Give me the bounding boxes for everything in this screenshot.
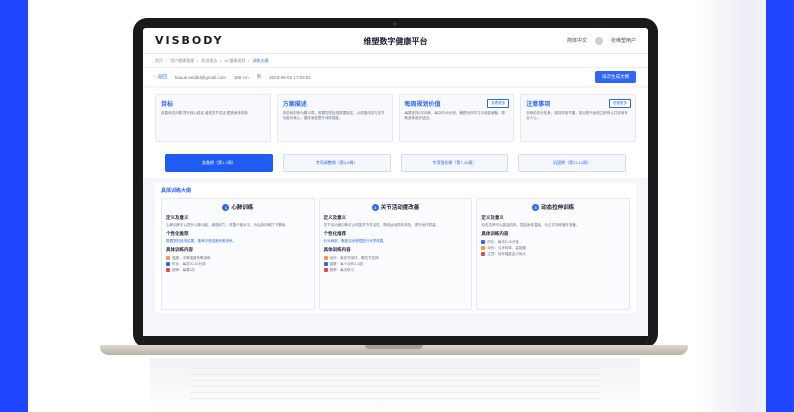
def-heading: 定义及意义 (481, 215, 504, 221)
taskbar (143, 336, 648, 343)
clock-icon (481, 240, 486, 245)
tip-heading: 个性化推荐 (323, 231, 347, 237)
list-item: 注意：动作幅度由小到大 (481, 251, 625, 257)
card-text: 本阶段训练为期12周，根据您的检测数据制定，以改善体态与关节功能为核心，循序渐进… (282, 111, 385, 120)
laptop-notch (365, 345, 423, 349)
warning-icon (481, 252, 486, 257)
left-accent-stripe (0, 0, 28, 412)
card-title: 方案描述 (282, 102, 307, 108)
tab-phase-4[interactable]: 巩固期（第11-12周） (518, 154, 626, 172)
user-name[interactable]: 张维塑用户 (611, 37, 636, 44)
frequency-icon (166, 268, 170, 273)
summary-cards: 目标 改善体态问题 提升核心稳定 增强关节灵活 塑造身体线条 方案描述 本阶段训… (143, 88, 648, 148)
plan-card-joint: 2 关节活动度改善 定义及意义 关节活动度训练可以改善关节灵活性，降低运动损伤风险… (318, 198, 473, 310)
breadcrumb: 首页 / 用户健康管理 / 检测报告 / AI 健康规划 / 训练大纲 (143, 54, 648, 68)
def-text: 关节活动度训练可以改善关节灵活性，降低运动损伤风险，提升动作质量。 (323, 223, 440, 228)
frequency-icon (323, 268, 328, 273)
user-email: hauue.veddd@gmail.com (174, 74, 226, 80)
plan-card-stretch: 3 动态拉伸训练 定义及意义 动态拉伸可以激活肌肉，提高身体温度，为正式训练做好准… (476, 198, 631, 310)
step-number: 3 (532, 204, 540, 212)
tab-phase-3[interactable]: 专项强化期（第7-10周） (400, 154, 509, 172)
user-info-bar: ‹ 返回 hauue.veddd@gmail.com 168 cm 男 2023… (143, 68, 648, 86)
back-button[interactable]: ‹ 返回 (155, 74, 167, 80)
avatar[interactable] (594, 36, 603, 45)
def-heading: 定义及意义 (166, 215, 189, 221)
card-text: 训练前充分热身，保持呼吸节奏，如出现不适请立即停止并咨询专业人士。 (526, 111, 628, 120)
camera-icon (393, 22, 397, 26)
plan-card-title: 关节活动度改善 (380, 205, 420, 211)
phase-tabs: 准备期（第1-2周） 专项调整期（第3-6周） 专项强化期（第7-10周） 巩固… (143, 148, 648, 178)
content-heading: 具体训练内容 (166, 247, 193, 253)
movement-icon (323, 256, 328, 261)
notes-card: 注意事项 查看更多 训练前充分热身，保持呼吸节奏，如出现不适请立即停止并咨询专业… (520, 94, 636, 142)
step-number: 2 (371, 204, 379, 212)
list-item: 频率：每周3次 (166, 267, 310, 273)
tip-heading: 个性化推荐 (166, 231, 189, 237)
card-text: 改善体态问题 提升核心稳定 增强关节灵活 塑造身体线条 (161, 111, 248, 115)
plan-card-title: 动态拉伸训练 (541, 205, 575, 211)
tab-phase-2[interactable]: 专项调整期（第3-6周） (282, 154, 391, 172)
section-title: 具体训练大纲 (161, 188, 192, 194)
goal-card: 目标 改善体态问题 提升核心稳定 增强关节灵活 塑造身体线条 (155, 94, 271, 142)
def-text: 动态拉伸可以激活肌肉，提高身体温度，为正式训练做好准备。 (481, 223, 580, 228)
movement-icon (481, 246, 486, 251)
content-heading: 具体训练内容 (481, 231, 509, 237)
user-height: 168 cm (233, 74, 249, 80)
content-heading: 具体训练内容 (323, 247, 351, 253)
def-text: 心肺训练可以提升心肺功能，增强耐力，改善代谢水平，为后续训练打下基础。 (166, 223, 289, 228)
regenerate-button[interactable]: 再次生成大纲 (595, 71, 636, 83)
laptop-base (100, 345, 688, 355)
card-text: 每周安排3次训练，每次约45分钟，兼顾动作学习与体能储备，帮助身体逐步适应。 (404, 111, 505, 120)
report-date: 2023-06-02 17:03:51 (269, 74, 311, 80)
more-button[interactable]: 查看更多 (487, 99, 510, 108)
clock-icon (166, 262, 170, 267)
breadcrumb-item[interactable]: AI 健康规划 (224, 58, 245, 64)
breadcrumb-item[interactable]: 首页 (155, 58, 163, 64)
intensity-icon (166, 256, 170, 261)
tab-phase-1[interactable]: 准备期（第1-2周） (165, 154, 273, 172)
breadcrumb-current: 训练大纲 (252, 57, 269, 63)
breadcrumb-item[interactable]: 用户健康管理 (170, 58, 194, 64)
step-number: 1 (222, 204, 230, 212)
def-heading: 定义及意义 (323, 215, 347, 221)
weekly-value-card: 每周规划价值 查看更多 每周安排3次训练，每次约45分钟，兼顾动作学习与体能储备… (398, 94, 515, 142)
plan-card-title: 心肺训练 (231, 205, 254, 211)
laptop-reflection (150, 358, 640, 412)
language-select[interactable]: 简体中文 (567, 37, 587, 44)
breadcrumb-item[interactable]: 检测报告 (201, 58, 217, 64)
logo: VISBODY (155, 34, 224, 47)
list-item: 频率：每天练习 (323, 267, 468, 273)
app-header: VISBODY 维塑数字健康平台 简体中文 张维塑用户 (143, 28, 648, 54)
laptop: VISBODY 维塑数字健康平台 简体中文 张维塑用户 首页 / 用户健康管理 / … (133, 18, 658, 348)
user-gender: 男 (256, 74, 262, 79)
plan-card-cardio: 1 心肺训练 定义及意义 心肺训练可以提升心肺功能，增强耐力，改善代谢水平，为后续… (161, 198, 315, 310)
card-title: 目标 (161, 102, 174, 108)
plan-description-card: 方案描述 本阶段训练为期12周，根据您的检测数据制定，以改善体态与关节功能为核心… (276, 94, 393, 142)
right-accent-stripe (766, 0, 794, 412)
laptop-screen: VISBODY 维塑数字健康平台 简体中文 张维塑用户 首页 / 用户健康管理 / … (143, 28, 648, 343)
tip-text: 针对肩部、髋部活动受限进行专项改善。 (323, 239, 387, 244)
training-outline: 具体训练大纲 1 心肺训练 定义及意义 心肺训练可以提升心肺功能，增强耐力，改善代… (155, 183, 636, 313)
more-button[interactable]: 查看更多 (609, 99, 631, 108)
sets-icon (323, 262, 328, 267)
tip-text: 根据您的检测结果，推荐中低强度有氧训练。 (166, 239, 236, 244)
